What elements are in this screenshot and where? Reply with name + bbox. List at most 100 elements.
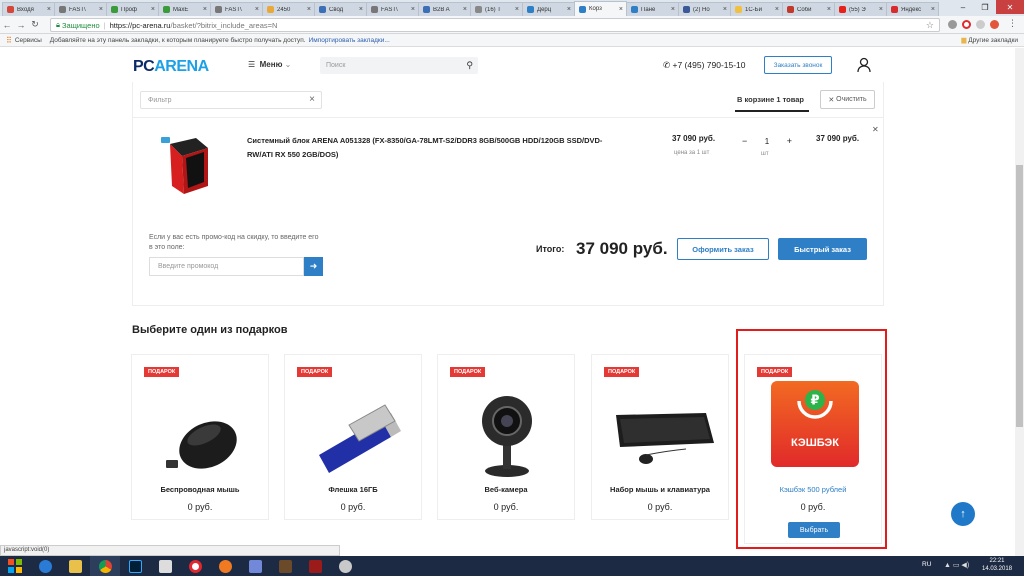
browser-tab[interactable]: 1С-Би ×: [730, 2, 783, 16]
browser-tab[interactable]: FAST\ ×: [210, 2, 263, 16]
browser-tab[interactable]: Свод ×: [314, 2, 367, 16]
ie-icon[interactable]: [30, 556, 60, 576]
browser-tab[interactable]: (2) Но ×: [678, 2, 731, 16]
gift-name[interactable]: Флешка 16ГБ: [285, 485, 421, 494]
browser-tab[interactable]: Входя ×: [2, 2, 55, 16]
minimize-button[interactable]: –: [952, 0, 974, 14]
pc-case-image[interactable]: [158, 134, 216, 196]
tab-close-icon[interactable]: ×: [515, 6, 519, 13]
in-cart-tab[interactable]: В корзине 1 товар: [737, 95, 804, 104]
tray-icons[interactable]: ▲ ▭ ◀): [944, 561, 969, 569]
language-indicator[interactable]: RU: [922, 561, 931, 568]
tab-close-icon[interactable]: ×: [255, 6, 259, 13]
user-icon[interactable]: [857, 57, 871, 73]
browser-tab[interactable]: FAST\ ×: [54, 2, 107, 16]
tab-close-icon[interactable]: ×: [463, 6, 467, 13]
forward-icon[interactable]: →: [14, 20, 28, 30]
tab-close-icon[interactable]: ×: [151, 6, 155, 13]
scroll-to-top-button[interactable]: ↑: [951, 502, 975, 526]
photoshop-icon[interactable]: [120, 556, 150, 576]
tab-close-icon[interactable]: ×: [723, 6, 727, 13]
browser-tab[interactable]: (16) T ×: [470, 2, 523, 16]
app-icon[interactable]: [330, 556, 360, 576]
discord-icon[interactable]: [240, 556, 270, 576]
tab-close-icon[interactable]: ×: [879, 6, 883, 13]
tab-close-icon[interactable]: ×: [827, 6, 831, 13]
address-bar[interactable]: 🔒︎ Защищено | https://pc-arena.ru /baske…: [50, 18, 940, 32]
phone-number[interactable]: ✆ +7 (495) 790-15-10: [663, 60, 746, 71]
promo-code-input[interactable]: Введите промокод: [149, 257, 304, 276]
browser-menu-icon[interactable]: ⋮: [1008, 18, 1017, 29]
gift-name[interactable]: Набор мышь и клавиатура: [592, 485, 728, 494]
browser-tab[interactable]: MaxE ×: [158, 2, 211, 16]
callback-button[interactable]: Заказать звонок: [764, 56, 832, 74]
star-icon[interactable]: ☆: [926, 20, 934, 31]
browser-tab[interactable]: Соби ×: [782, 2, 835, 16]
browser-tab[interactable]: 2450 ×: [262, 2, 315, 16]
extension-icon[interactable]: [990, 20, 999, 29]
tab-close-icon[interactable]: ×: [619, 6, 623, 13]
item-name[interactable]: Системный блок ARENA A051328 (FX-8350/GA…: [247, 134, 607, 162]
clock[interactable]: 22:21 14.03.2018: [982, 557, 1012, 573]
tab-close-icon[interactable]: ×: [671, 6, 675, 13]
extension-icon[interactable]: [976, 20, 985, 29]
chrome-icon[interactable]: [90, 556, 120, 576]
gift-card-keyboard[interactable]: ПОДАРОК Набор мышь и клавиатура 0 руб.: [591, 354, 729, 520]
remove-item-icon[interactable]: ✕: [872, 125, 879, 134]
menu-button[interactable]: ☰ Меню ⌄: [248, 60, 291, 69]
clear-filter-icon[interactable]: ×: [309, 94, 315, 105]
tab-close-icon[interactable]: ×: [203, 6, 207, 13]
apps-icon[interactable]: ⠿: [6, 36, 12, 45]
maximize-button[interactable]: ❐: [974, 0, 996, 14]
gpu-tool-icon[interactable]: [300, 556, 330, 576]
app-icon[interactable]: [150, 556, 180, 576]
browser-tab[interactable]: Дерц ×: [522, 2, 575, 16]
tab-close-icon[interactable]: ×: [359, 6, 363, 13]
clear-basket-button[interactable]: ✕ Очистить: [820, 90, 875, 109]
bookmarks-services[interactable]: Сервисы: [15, 37, 42, 44]
filter-input[interactable]: Фильтр ×: [140, 91, 322, 109]
choose-gift-button[interactable]: Выбрать: [788, 522, 840, 538]
promo-submit-button[interactable]: ➜: [304, 257, 323, 276]
quick-order-button[interactable]: Быстрый заказ: [778, 238, 867, 260]
game-icon[interactable]: [270, 556, 300, 576]
browser-tab[interactable]: Корз ×: [574, 1, 627, 16]
opera-icon[interactable]: [962, 20, 971, 29]
browser-tab[interactable]: B2B A ×: [418, 2, 471, 16]
tab-close-icon[interactable]: ×: [775, 6, 779, 13]
gift-card-webcam[interactable]: ПОДАРОК Веб-камера 0 руб.: [437, 354, 575, 520]
qty-plus-button[interactable]: +: [787, 136, 792, 146]
tab-close-icon[interactable]: ×: [307, 6, 311, 13]
tab-close-icon[interactable]: ×: [567, 6, 571, 13]
other-bookmarks[interactable]: ▆ Другие закладки: [961, 36, 1018, 44]
qty-value[interactable]: 1: [765, 137, 769, 146]
reload-icon[interactable]: ↻: [28, 19, 42, 30]
search-icon[interactable]: ⚲: [466, 60, 473, 71]
media-icon[interactable]: [210, 556, 240, 576]
site-logo[interactable]: PCARENA: [133, 58, 209, 76]
browser-tab[interactable]: Яндекс ×: [886, 2, 939, 16]
close-window-button[interactable]: ✕: [996, 0, 1024, 14]
gift-card-flash[interactable]: ПОДАРОК Флешка 16ГБ 0 руб.: [284, 354, 422, 520]
windows-start-button[interactable]: [0, 556, 30, 576]
explorer-icon[interactable]: [60, 556, 90, 576]
search-input[interactable]: Поиск ⚲: [320, 57, 478, 74]
browser-tab[interactable]: FAST\ ×: [366, 2, 419, 16]
browser-tab[interactable]: Проф ×: [106, 2, 159, 16]
back-icon[interactable]: ←: [0, 20, 14, 30]
checkout-button[interactable]: Оформить заказ: [677, 238, 769, 260]
browser-tab[interactable]: Пане ×: [626, 2, 679, 16]
gift-card-mouse[interactable]: ПОДАРОК Беспроводная мышь 0 руб.: [131, 354, 269, 520]
tab-close-icon[interactable]: ×: [931, 6, 935, 13]
tab-close-icon[interactable]: ×: [411, 6, 415, 13]
qty-minus-button[interactable]: −: [742, 136, 747, 146]
gift-name[interactable]: Веб-камера: [438, 485, 574, 494]
tab-close-icon[interactable]: ×: [99, 6, 103, 13]
import-bookmarks-link[interactable]: Импортировать закладки...: [309, 37, 390, 44]
scrollbar-thumb[interactable]: [1016, 165, 1023, 427]
browser-tab[interactable]: (55) Э ×: [834, 2, 887, 16]
extension-icon[interactable]: [948, 20, 957, 29]
opera-icon[interactable]: [180, 556, 210, 576]
tab-close-icon[interactable]: ×: [47, 6, 51, 13]
gift-name[interactable]: Беспроводная мышь: [132, 485, 268, 494]
